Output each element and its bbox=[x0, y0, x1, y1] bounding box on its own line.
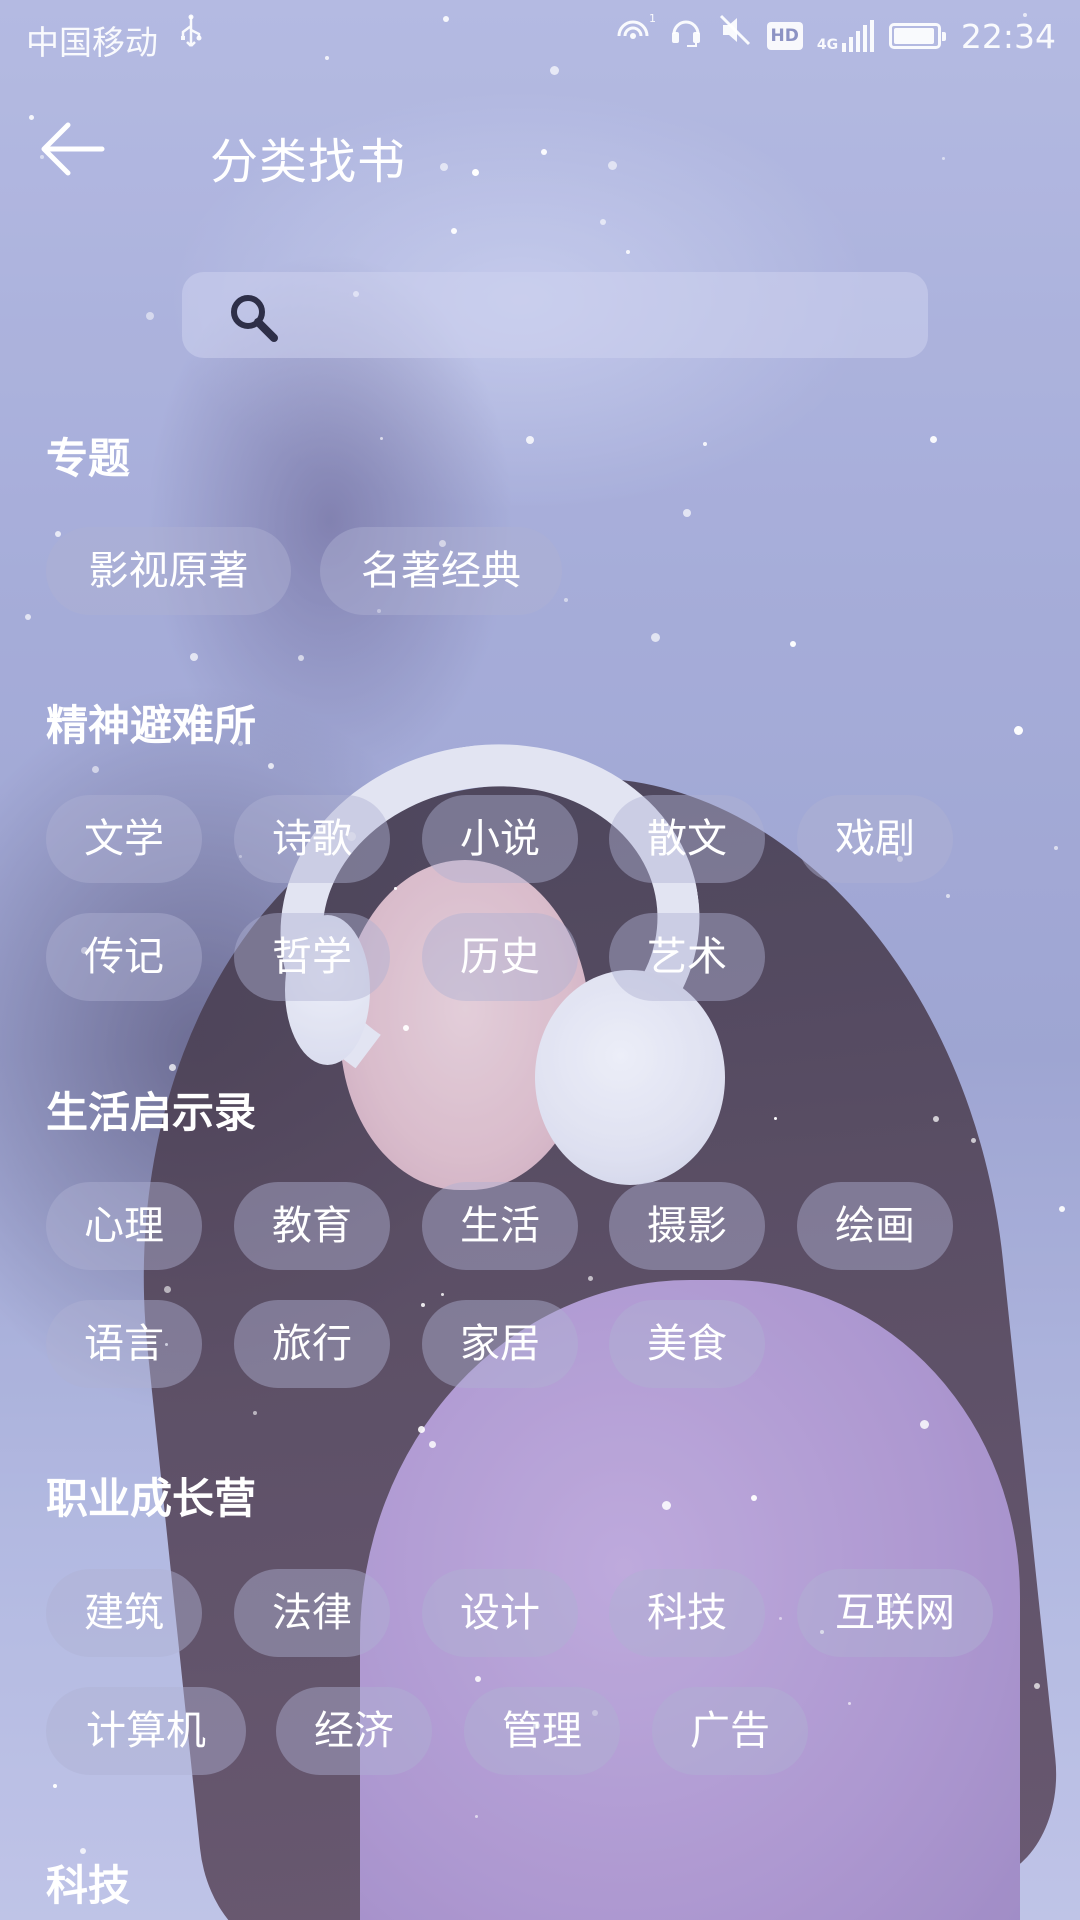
snowflake bbox=[268, 763, 274, 769]
snowflake bbox=[190, 653, 198, 661]
section-title: 职业成长营 bbox=[46, 1474, 257, 1523]
app-header: 分类找书 bbox=[0, 74, 1080, 234]
battery-icon bbox=[888, 23, 946, 49]
category-tag[interactable]: 心理 bbox=[46, 1182, 202, 1270]
snowflake bbox=[1034, 1683, 1040, 1689]
search-input[interactable] bbox=[302, 272, 906, 360]
svg-text:1: 1 bbox=[649, 12, 655, 25]
clock: 22:34 bbox=[960, 16, 1056, 56]
snowflake bbox=[662, 1501, 671, 1510]
signal-icon: 4G bbox=[817, 19, 875, 53]
snowflake bbox=[298, 655, 304, 661]
category-tag[interactable]: 摄影 bbox=[609, 1182, 765, 1270]
snowflake bbox=[920, 1420, 929, 1429]
snowflake bbox=[164, 1286, 171, 1293]
category-tag[interactable]: 管理 bbox=[464, 1687, 620, 1775]
category-tag[interactable]: 互联网 bbox=[797, 1569, 993, 1657]
snowflake bbox=[930, 436, 937, 443]
battery-fill bbox=[893, 28, 934, 44]
category-tag[interactable]: 戏剧 bbox=[797, 795, 953, 883]
category-tag[interactable]: 设计 bbox=[422, 1569, 578, 1657]
status-icons: 1 HD 4G 22:34 bbox=[611, 12, 1056, 61]
snowflake bbox=[751, 1495, 757, 1501]
snowflake bbox=[475, 1815, 478, 1818]
arrow-left-icon bbox=[41, 122, 105, 176]
snowflake bbox=[774, 1117, 777, 1120]
category-tag[interactable]: 小说 bbox=[422, 795, 578, 883]
snowflake bbox=[92, 766, 99, 773]
status-bar: 中国移动 1 HD 4G 22:34 bbox=[0, 0, 1080, 74]
snowflake bbox=[564, 598, 568, 602]
snowflake bbox=[1054, 846, 1058, 850]
snowflake bbox=[790, 641, 796, 647]
snowflake bbox=[703, 442, 707, 446]
snowflake bbox=[380, 437, 383, 440]
category-tag[interactable]: 历史 bbox=[422, 913, 578, 1001]
snowflake bbox=[683, 509, 691, 517]
back-button[interactable] bbox=[30, 104, 120, 194]
category-tag[interactable]: 散文 bbox=[609, 795, 765, 883]
snowflake bbox=[1059, 1206, 1065, 1212]
section-title: 科技 bbox=[46, 1861, 131, 1910]
category-tag[interactable]: 绘画 bbox=[797, 1182, 953, 1270]
snowflake bbox=[1014, 726, 1023, 735]
category-tag[interactable]: 艺术 bbox=[609, 913, 765, 1001]
section-title: 精神避难所 bbox=[46, 701, 257, 750]
snowflake bbox=[526, 436, 534, 444]
category-tag[interactable]: 文学 bbox=[46, 795, 202, 883]
snowflake bbox=[421, 1303, 425, 1307]
category-tag[interactable]: 计算机 bbox=[46, 1687, 246, 1775]
category-tag[interactable]: 语言 bbox=[46, 1300, 202, 1388]
snowflake bbox=[475, 1676, 481, 1682]
section-title: 生活启示录 bbox=[46, 1088, 257, 1137]
snowflake bbox=[933, 1116, 939, 1122]
category-tag[interactable]: 传记 bbox=[46, 913, 202, 1001]
snowflake bbox=[626, 250, 630, 254]
category-tag[interactable]: 经济 bbox=[276, 1687, 432, 1775]
mute-icon bbox=[717, 12, 753, 61]
snowflake bbox=[169, 1064, 176, 1071]
search-box[interactable] bbox=[182, 272, 928, 360]
snowflake bbox=[394, 887, 397, 890]
snowflake bbox=[55, 531, 61, 537]
page-title: 分类找书 bbox=[210, 134, 407, 190]
carrier-name: 中国移动 bbox=[26, 23, 158, 62]
snowflake bbox=[25, 614, 31, 620]
category-tag[interactable]: 名著经典 bbox=[320, 527, 562, 615]
category-tag[interactable]: 影视原著 bbox=[46, 527, 291, 615]
snowflake bbox=[403, 1025, 409, 1031]
hotspot-icon: 1 bbox=[611, 10, 656, 63]
category-tag[interactable]: 建筑 bbox=[46, 1569, 202, 1657]
snowflake bbox=[53, 1784, 57, 1788]
usb-icon bbox=[178, 14, 204, 58]
hd-badge: HD bbox=[766, 22, 803, 50]
snowflake bbox=[146, 312, 154, 320]
snowflake bbox=[946, 894, 950, 898]
category-tag[interactable]: 诗歌 bbox=[234, 795, 390, 883]
snowflake bbox=[971, 1138, 976, 1143]
network-type-label: 4G bbox=[816, 37, 839, 53]
headset-icon bbox=[669, 12, 703, 61]
category-tag[interactable]: 法律 bbox=[234, 1569, 390, 1657]
category-tag[interactable]: 美食 bbox=[609, 1300, 765, 1388]
snowflake bbox=[848, 1702, 851, 1705]
snowflake bbox=[253, 1411, 257, 1415]
category-tag[interactable]: 科技 bbox=[609, 1569, 765, 1657]
category-tag[interactable]: 生活 bbox=[422, 1182, 578, 1270]
snowflake bbox=[429, 1441, 436, 1448]
category-tag[interactable]: 旅行 bbox=[234, 1300, 390, 1388]
snowflake bbox=[441, 1293, 444, 1296]
category-tag[interactable]: 广告 bbox=[652, 1687, 808, 1775]
snowflake bbox=[651, 633, 660, 642]
snowflake bbox=[779, 1617, 782, 1620]
section-title: 专题 bbox=[46, 434, 131, 483]
snowflake bbox=[588, 1276, 593, 1281]
category-tag[interactable]: 教育 bbox=[234, 1182, 390, 1270]
category-tag[interactable]: 家居 bbox=[422, 1300, 578, 1388]
snowflake bbox=[418, 1426, 425, 1433]
search-icon bbox=[231, 295, 278, 342]
category-tag[interactable]: 哲学 bbox=[234, 913, 390, 1001]
